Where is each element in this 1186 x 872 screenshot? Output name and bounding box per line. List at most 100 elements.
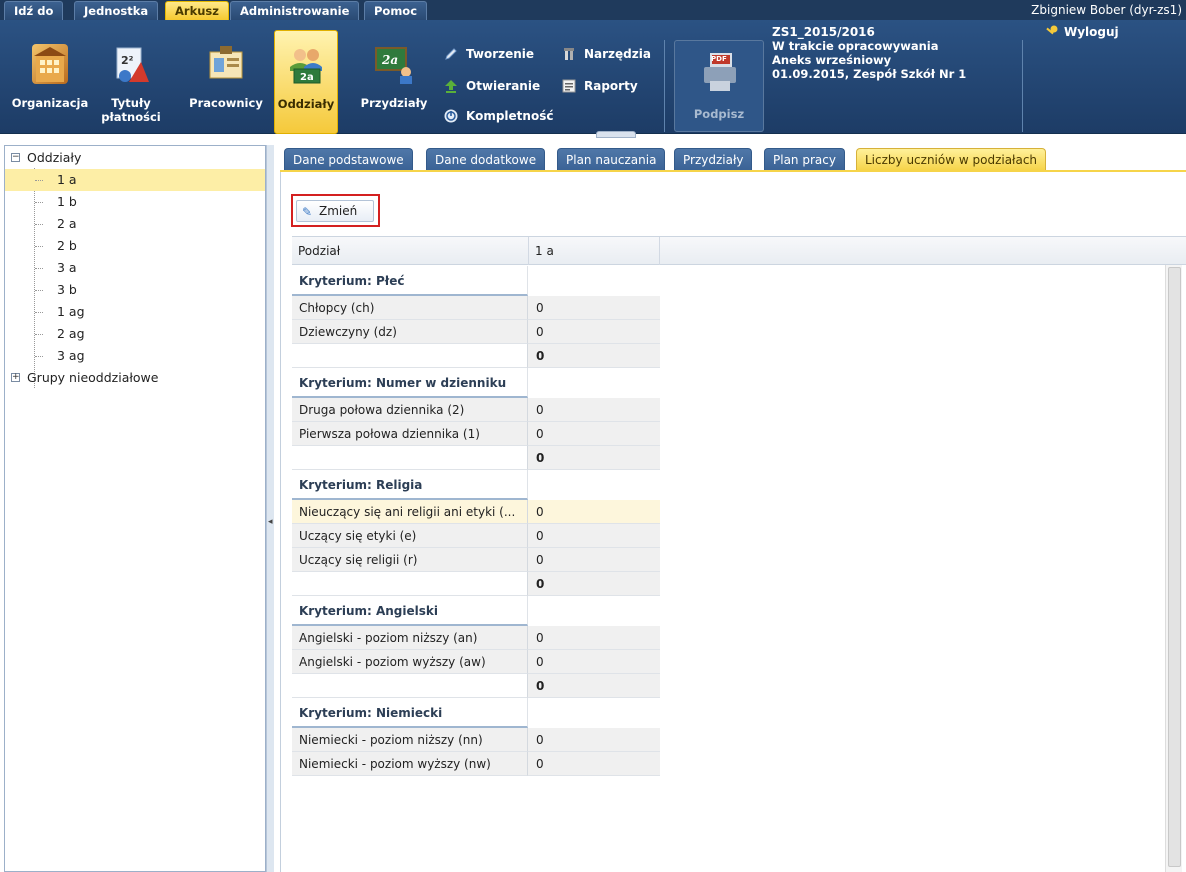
cell-value[interactable]: 0 xyxy=(528,296,660,320)
cell-value[interactable] xyxy=(528,368,660,398)
expand-icon[interactable]: + xyxy=(11,373,20,382)
cell-label: Dziewczyny (dz) xyxy=(292,320,528,344)
przydzialy-button[interactable]: 2a Przydziały xyxy=(358,30,430,134)
table-row[interactable]: Angielski - poziom niższy (an) 0 xyxy=(292,626,660,650)
menu-idz-do[interactable]: Idź do xyxy=(4,1,64,20)
table-row[interactable]: Pierwsza połowa dziennika (1) 0 xyxy=(292,422,660,446)
tworzenie-button[interactable]: Tworzenie xyxy=(440,44,534,64)
tree-root-oddzialy[interactable]: − Oddziały xyxy=(5,147,265,169)
cell-value[interactable]: 0 xyxy=(528,650,660,674)
cell-value[interactable] xyxy=(528,698,660,728)
ribbon-separator xyxy=(1022,40,1023,132)
tree-root-grupy-nieoddzialowe[interactable]: + Grupy nieoddziałowe xyxy=(5,367,265,389)
organizacja-button[interactable]: Organizacja xyxy=(8,30,92,134)
table-row[interactable]: Uczący się religii (r) 0 xyxy=(292,548,660,572)
cell-value[interactable]: 0 xyxy=(528,572,660,596)
scrollbar-thumb[interactable] xyxy=(1168,267,1181,867)
cell-label: Kryterium: Religia xyxy=(292,470,528,500)
cell-value[interactable]: 0 xyxy=(528,728,660,752)
criterion-header-row[interactable]: Kryterium: Niemiecki xyxy=(292,698,660,728)
tree-item-3ag[interactable]: 3 ag xyxy=(5,345,265,367)
pracownicy-label: Pracownicy xyxy=(189,96,263,110)
pracownicy-button[interactable]: Pracownicy xyxy=(186,30,266,134)
cell-value[interactable]: 0 xyxy=(528,320,660,344)
cell-value[interactable]: 0 xyxy=(528,674,660,698)
cell-label: Kryterium: Płeć xyxy=(292,266,528,296)
column-header-1a[interactable]: 1 a xyxy=(529,237,660,265)
cell-value[interactable]: 0 xyxy=(528,422,660,446)
cell-value[interactable]: 0 xyxy=(528,398,660,422)
building-icon xyxy=(32,44,68,84)
criterion-header-row[interactable]: Kryterium: Płeć xyxy=(292,266,660,296)
cell-label: Niemiecki - poziom niższy (nn) xyxy=(292,728,528,752)
tree-item-3b[interactable]: 3 b xyxy=(5,279,265,301)
przydzialy-label: Przydziały xyxy=(360,96,428,110)
zmien-button[interactable]: ✎ Zmień xyxy=(296,200,374,222)
vertical-scrollbar[interactable] xyxy=(1165,265,1182,872)
ribbon-collapse-handle[interactable] xyxy=(596,131,636,138)
table-row[interactable]: Chłopcy (ch) 0 xyxy=(292,296,660,320)
wyloguj-button[interactable]: Wyloguj xyxy=(1044,25,1119,39)
cell-label: Nieuczący się ani religii ani etyki (... xyxy=(292,500,528,524)
tab-liczby-uczniow[interactable]: Liczby uczniów w podziałach xyxy=(856,148,1047,170)
cell-value[interactable]: 0 xyxy=(528,752,660,776)
otwieranie-button[interactable]: Otwieranie xyxy=(440,76,540,96)
chevron-left-icon[interactable]: ◂ xyxy=(268,517,273,527)
criterion-header-row[interactable]: Kryterium: Angielski xyxy=(292,596,660,626)
cell-value[interactable]: 0 xyxy=(528,626,660,650)
sum-row[interactable]: 0 xyxy=(292,674,660,698)
tree-item-2ag[interactable]: 2 ag xyxy=(5,323,265,345)
cell-value[interactable] xyxy=(528,266,660,296)
cell-value[interactable]: 0 xyxy=(528,446,660,470)
tytuly-platnosci-button[interactable]: 2² Tytuły płatności xyxy=(100,30,162,134)
menu-arkusz[interactable]: Arkusz xyxy=(165,1,229,20)
tree-item-1ag[interactable]: 1 ag xyxy=(5,301,265,323)
tree-item-1a[interactable]: 1 a xyxy=(5,169,265,191)
report-icon xyxy=(562,79,576,93)
table-row[interactable]: Angielski - poziom wyższy (aw) 0 xyxy=(292,650,660,674)
menu-administrowanie[interactable]: Administrowanie xyxy=(230,1,360,20)
svg-text:2a: 2a xyxy=(300,72,314,83)
cell-label: Angielski - poziom niższy (an) xyxy=(292,626,528,650)
sum-row[interactable]: 0 xyxy=(292,446,660,470)
ribbon-toolbar: Organizacja 2² Tytuły płatności Pracownic… xyxy=(0,20,1186,134)
table-row[interactable]: Niemiecki - poziom wyższy (nw) 0 xyxy=(292,752,660,776)
tab-przydzialy[interactable]: Przydziały xyxy=(674,148,753,170)
sum-row[interactable]: 0 xyxy=(292,344,660,368)
menu-pomoc[interactable]: Pomoc xyxy=(364,1,428,20)
criterion-header-row[interactable]: Kryterium: Numer w dzienniku xyxy=(292,368,660,398)
tab-dane-podstawowe[interactable]: Dane podstawowe xyxy=(284,148,413,170)
table-row[interactable]: Dziewczyny (dz) 0 xyxy=(292,320,660,344)
tab-dane-dodatkowe[interactable]: Dane dodatkowe xyxy=(426,148,546,170)
podpisz-button[interactable]: PDF Podpisz xyxy=(674,40,764,132)
cell-value[interactable]: 0 xyxy=(528,500,660,524)
narzedzia-button[interactable]: Narzędzia xyxy=(558,44,651,64)
cell-value[interactable] xyxy=(528,596,660,626)
oddzialy-button[interactable]: 2a Oddziały xyxy=(274,30,338,134)
criterion-header-row[interactable]: Kryterium: Religia xyxy=(292,470,660,500)
table-row[interactable]: Nieuczący się ani religii ani etyki (...… xyxy=(292,500,660,524)
column-header-podzial[interactable]: Podział xyxy=(292,237,529,265)
cell-value[interactable] xyxy=(528,470,660,500)
menu-jednostka[interactable]: Jednostka xyxy=(74,1,159,20)
panel-splitter[interactable]: ◂ xyxy=(266,145,274,872)
tree-item-3a[interactable]: 3 a xyxy=(5,257,265,279)
table-row[interactable]: Niemiecki - poziom niższy (nn) 0 xyxy=(292,728,660,752)
tree-item-2b[interactable]: 2 b xyxy=(5,235,265,257)
cell-value[interactable]: 0 xyxy=(528,548,660,572)
cell-label xyxy=(292,446,528,470)
kompletnosc-button[interactable]: Kompletność xyxy=(440,106,553,126)
cell-value[interactable]: 0 xyxy=(528,344,660,368)
cell-value[interactable]: 0 xyxy=(528,524,660,548)
tab-plan-nauczania[interactable]: Plan nauczania xyxy=(557,148,666,170)
sum-row[interactable]: 0 xyxy=(292,572,660,596)
collapse-icon[interactable]: − xyxy=(11,153,20,162)
tree-item-2a[interactable]: 2 a xyxy=(5,213,265,235)
table-row[interactable]: Uczący się etyki (e) 0 xyxy=(292,524,660,548)
table-row[interactable]: Druga połowa dziennika (2) 0 xyxy=(292,398,660,422)
organizacja-label: Organizacja xyxy=(11,96,89,110)
raporty-button[interactable]: Raporty xyxy=(558,76,638,96)
tree-item-1b[interactable]: 1 b xyxy=(5,191,265,213)
tab-plan-pracy[interactable]: Plan pracy xyxy=(764,148,845,170)
key-icon xyxy=(1044,25,1058,43)
